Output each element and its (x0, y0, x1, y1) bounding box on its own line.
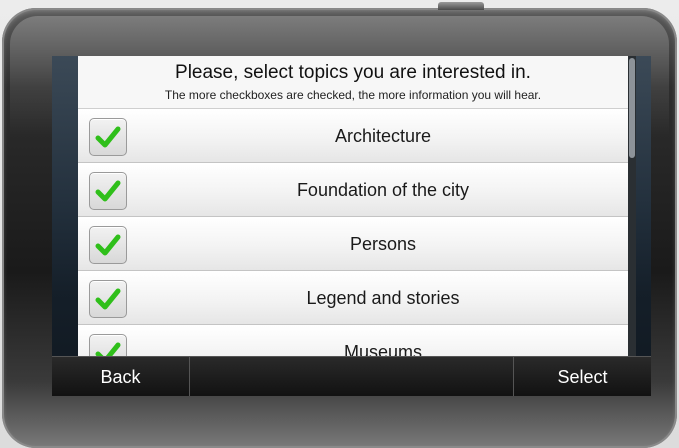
bottom-toolbar: Back Select (52, 356, 651, 396)
topic-checkbox[interactable] (89, 334, 127, 356)
dialog-subtitle: The more checkboxes are checked, the mor… (164, 88, 542, 102)
topics-dialog: Please, select topics you are interested… (78, 56, 628, 356)
topic-row-persons[interactable]: Persons (78, 217, 628, 271)
back-button[interactable]: Back (52, 357, 190, 396)
topic-label: Museums (343, 342, 423, 356)
topic-row-legends[interactable]: Legend and stories (78, 271, 628, 325)
topic-checkbox[interactable] (89, 280, 127, 318)
checkmark-icon (95, 234, 121, 256)
topic-label: Persons (349, 234, 417, 254)
toolbar-spacer (190, 357, 514, 396)
power-button[interactable] (438, 2, 484, 10)
topic-checkbox[interactable] (89, 226, 127, 264)
checkmark-icon (95, 126, 121, 148)
dialog-title: Please, select topics you are interested… (175, 62, 531, 83)
checkmark-icon (95, 342, 121, 356)
topic-label: Architecture (334, 126, 432, 146)
dialog-header: Please, select topics you are interested… (78, 56, 628, 109)
topic-row-foundation[interactable]: Foundation of the city (78, 163, 628, 217)
topics-list: Architecture Foundation of the city Pers… (78, 109, 628, 356)
checkmark-icon (95, 288, 121, 310)
select-button[interactable]: Select (514, 357, 651, 396)
topic-row-museums[interactable]: Museums (78, 325, 628, 356)
topic-label: Foundation of the city (296, 180, 470, 200)
topic-label: Legend and stories (306, 288, 460, 308)
checkmark-icon (95, 180, 121, 202)
scrollbar-thumb[interactable] (629, 58, 635, 158)
device-screen: Please, select topics you are interested… (52, 56, 651, 396)
topic-checkbox[interactable] (89, 118, 127, 156)
topic-checkbox[interactable] (89, 172, 127, 210)
list-scrollbar[interactable] (628, 56, 636, 356)
topic-row-architecture[interactable]: Architecture (78, 109, 628, 163)
